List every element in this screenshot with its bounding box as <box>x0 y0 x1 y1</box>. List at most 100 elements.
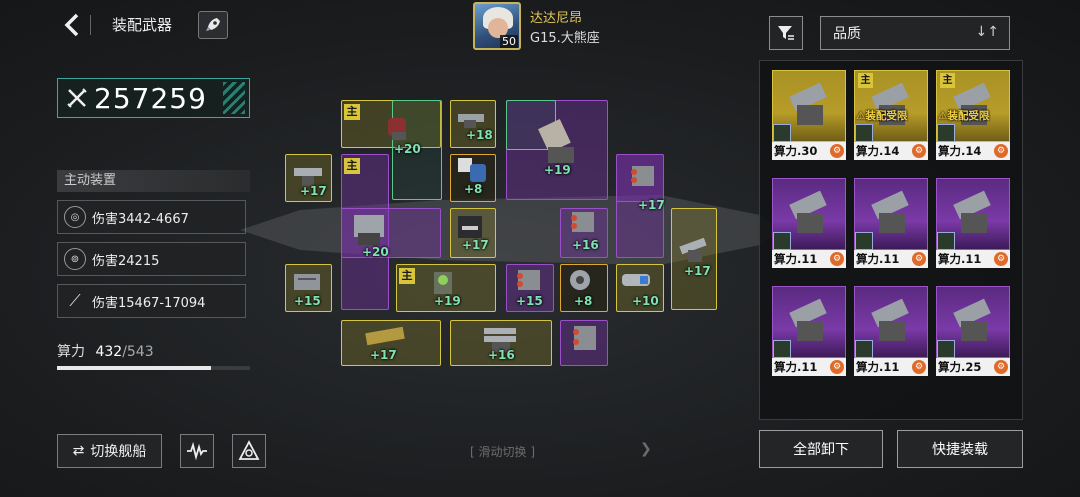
weapon-module[interactable] <box>564 322 604 366</box>
rocket-button[interactable] <box>198 11 228 39</box>
slot-bonus: +16 <box>572 238 599 252</box>
weapon-module[interactable]: +16 <box>476 322 526 362</box>
inventory-card[interactable]: 算力.11 ⚙ <box>772 286 846 378</box>
compute-title: 算力 <box>57 344 85 360</box>
inventory-card[interactable]: 算力.11 ⚙ <box>772 178 846 270</box>
inventory-panel[interactable]: 算力.30 ⚙ 算力.14 ⚙ 主 ⚠装配受限 算力.14 ⚙ 主 ⚠装配受限 算力.11 ⚙ 算力.1… <box>759 60 1023 420</box>
slot-bonus: +18 <box>466 128 493 142</box>
slot-bonus: +8 <box>464 182 483 196</box>
weapon-module[interactable]: +15 <box>508 266 548 308</box>
gear-icon[interactable]: ⚙ <box>994 360 1008 374</box>
weapon-module[interactable]: +10 <box>618 266 659 308</box>
cannon-icon <box>679 237 707 262</box>
weapon-module[interactable]: +19 <box>528 115 588 177</box>
gear-icon[interactable]: ⚙ <box>994 144 1008 158</box>
weapon-module[interactable]: +20 <box>344 205 392 259</box>
weapon-module[interactable]: +15 <box>290 268 326 308</box>
weapon-module[interactable]: +16 <box>562 208 602 252</box>
inventory-card[interactable]: 算力.14 ⚙ 主 ⚠装配受限 <box>854 70 928 162</box>
chevron-right-icon[interactable]: ❯ <box>640 441 652 457</box>
active-devices-header: 主动装置 <box>57 170 250 192</box>
main-slot-badge: 主 <box>344 104 360 120</box>
main-slot-badge: 主 <box>940 73 955 88</box>
assembly-limit-warning: ⚠装配受限 <box>938 108 989 123</box>
limit-text: 装配受限 <box>947 110 990 122</box>
gear-icon[interactable]: ⚙ <box>830 252 844 266</box>
switch-ship-button[interactable]: ⇄ 切换舰船 <box>57 434 162 468</box>
weapon-module[interactable]: +19 <box>424 266 464 308</box>
damage-row-missile[interactable]: ⟋ 伤害15467-17094 <box>57 284 246 318</box>
inventory-card[interactable]: 算力.14 ⚙ 主 ⚠装配受限 <box>936 70 1010 162</box>
inventory-card[interactable]: 算力.11 ⚙ <box>854 178 928 270</box>
combat-power-box: 257259 <box>57 78 250 118</box>
warning-icon: ⚠ <box>856 110 866 122</box>
slot-bonus: +20 <box>362 245 389 259</box>
damage-text: 伤害15467-17094 <box>92 295 206 311</box>
swipe-hint: [ 滑动切换 ] <box>470 445 536 459</box>
main-slot-badge: 主 <box>858 73 873 88</box>
inventory-card[interactable]: 算力.11 ⚙ <box>936 178 1010 270</box>
slot-bonus: +20 <box>394 142 421 156</box>
switch-ship-label: 切换舰船 <box>90 444 147 460</box>
skill-icon <box>773 340 791 358</box>
waveform-icon <box>187 442 207 460</box>
triangle-formation-icon <box>238 440 260 460</box>
slot-bonus: +17 <box>638 198 665 212</box>
missile-icon: ⟋ <box>69 291 81 310</box>
compute-label: 算力 432/543 <box>57 341 154 361</box>
weapon-module[interactable]: +17 <box>622 162 665 212</box>
inventory-card[interactable]: 算力.25 ⚙ <box>936 286 1010 378</box>
commander-avatar[interactable]: 50 <box>473 2 521 50</box>
quality-sort-select[interactable]: 品质 ↓↑ <box>820 16 1010 50</box>
weapon-module[interactable]: +18 <box>454 104 493 142</box>
gear-icon[interactable]: ⚙ <box>994 252 1008 266</box>
weapon-module[interactable]: +17 <box>674 236 714 278</box>
slot-bonus: +15 <box>294 294 321 308</box>
shield-ring-icon: ⊚ <box>64 248 86 270</box>
missile-pod-icon <box>573 326 596 350</box>
compute-progress-bar <box>57 366 250 370</box>
gear-icon[interactable]: ⚙ <box>912 144 926 158</box>
chevron-left-icon <box>64 13 79 37</box>
gear-icon[interactable]: ⚙ <box>912 252 926 266</box>
inventory-card[interactable]: 算力.30 ⚙ <box>772 70 846 162</box>
back-button[interactable] <box>58 10 88 40</box>
weapon-module[interactable]: +8 <box>562 266 602 308</box>
skill-icon <box>773 232 791 250</box>
stripes-decoration <box>223 82 245 114</box>
filter-button[interactable] <box>769 16 803 50</box>
missile-pod-icon <box>631 166 654 186</box>
torpedo-launcher-icon <box>388 118 406 140</box>
title-divider <box>90 15 91 35</box>
waveform-button[interactable] <box>180 434 214 468</box>
swap-icon: ⇄ <box>72 443 85 459</box>
unload-all-button[interactable]: 全部卸下 <box>759 430 883 468</box>
rocket-icon <box>206 18 220 31</box>
compute-used: 432 <box>95 344 123 360</box>
quality-label: 品质 <box>833 26 861 42</box>
skill-icon <box>937 124 955 142</box>
quick-equip-button[interactable]: 快捷装载 <box>897 430 1023 468</box>
damage-row-shield[interactable]: ⊚ 伤害24215 <box>57 242 246 276</box>
missile-pod-icon <box>571 212 594 232</box>
main-slot-badge: 主 <box>399 268 415 284</box>
damage-row-target[interactable]: ◎ 伤害3442-4667 <box>57 200 246 234</box>
slot-bonus: +8 <box>574 294 593 308</box>
weapon-module[interactable]: +17 <box>288 158 328 198</box>
weapon-module[interactable]: +8 <box>454 156 492 196</box>
weapon-module[interactable]: +17 <box>452 212 492 252</box>
swipe-hint-text: 滑动切换 <box>478 445 527 459</box>
weapon-module[interactable]: +17 <box>360 322 410 362</box>
fleet-formation-button[interactable] <box>232 434 266 468</box>
gear-icon[interactable]: ⚙ <box>830 144 844 158</box>
compute-total: /543 <box>122 344 154 360</box>
gear-icon[interactable]: ⚙ <box>830 360 844 374</box>
skill-icon <box>773 124 791 142</box>
weapon-module[interactable]: +20 <box>380 112 421 156</box>
inventory-card[interactable]: 算力.11 ⚙ <box>854 286 928 378</box>
slot-bonus: +17 <box>462 238 489 252</box>
gear-icon[interactable]: ⚙ <box>912 360 926 374</box>
target-icon: ◎ <box>64 206 86 228</box>
slot-bonus: +10 <box>632 294 659 308</box>
skill-icon <box>855 340 873 358</box>
